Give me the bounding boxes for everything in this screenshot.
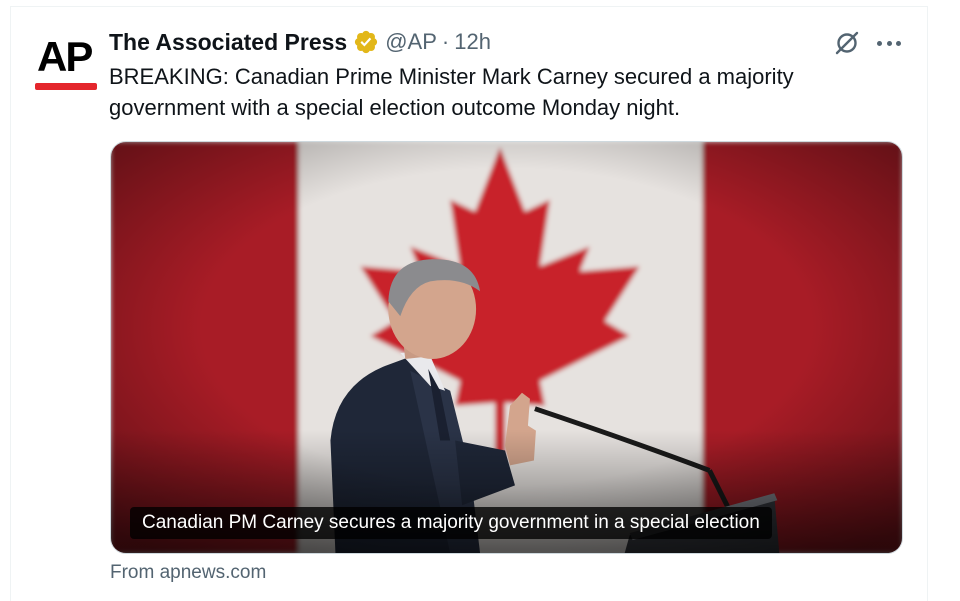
avatar[interactable]: AP <box>33 33 99 95</box>
timestamp[interactable]: 12h <box>454 29 491 55</box>
display-name[interactable]: The Associated Press <box>109 29 347 56</box>
verified-badge-icon[interactable] <box>353 29 379 55</box>
author-handle[interactable]: @AP <box>385 29 437 55</box>
dot-icon <box>886 40 892 46</box>
dot-icon <box>896 40 901 46</box>
source-link[interactable]: From apnews.com <box>110 562 266 584</box>
tweet-text: BREAKING: Canadian Prime Minister Mark C… <box>109 64 794 120</box>
grok-icon[interactable] <box>833 29 861 57</box>
news-photo <box>111 142 902 553</box>
avatar-logo-underline <box>35 83 97 90</box>
media-caption: Canadian PM Carney secures a majority go… <box>130 507 772 539</box>
more-options-icon[interactable] <box>875 31 903 55</box>
separator-dot: · <box>441 29 450 54</box>
tweet-header: The Associated Press @AP · 12h <box>109 27 491 57</box>
avatar-logo-text: AP <box>37 33 93 80</box>
dot-icon <box>877 40 882 46</box>
link-preview-card[interactable]: Canadian PM Carney secures a majority go… <box>110 141 903 554</box>
tweet-card[interactable]: AP The Associated Press @AP · 12h BREAKI… <box>10 6 928 601</box>
